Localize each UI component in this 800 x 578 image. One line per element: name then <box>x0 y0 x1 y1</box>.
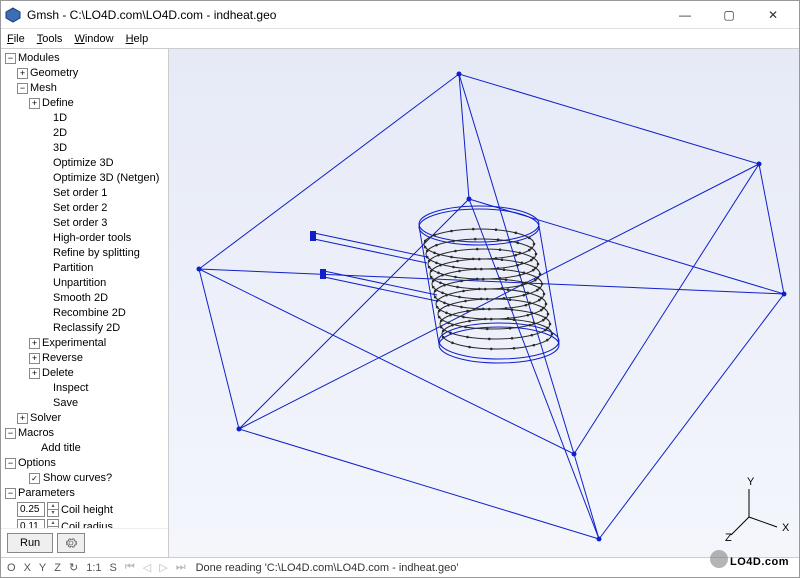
coil-radius-input[interactable] <box>17 519 45 528</box>
tree-panel: −Modules +Geometry −Mesh +Define 1D 2D 3… <box>1 49 168 528</box>
status-ffwd-icon[interactable]: ⏭ <box>174 561 188 574</box>
expand-icon[interactable]: + <box>17 413 28 424</box>
tree-reverse[interactable]: +Reverse <box>3 351 168 366</box>
tree-recombine-2d[interactable]: Recombine 2D <box>3 306 168 321</box>
status-y[interactable]: Y <box>37 562 48 574</box>
expand-icon[interactable]: + <box>29 368 40 379</box>
expand-icon[interactable]: + <box>29 338 40 349</box>
tree-reclassify-2d[interactable]: Reclassify 2D <box>3 321 168 336</box>
status-bar: O X Y Z ↻ 1:1 S ⏮ ◁ ▷ ⏭ Done reading 'C:… <box>1 557 799 577</box>
window-title: Gmsh - C:\LO4D.com\LO4D.com - indheat.ge… <box>27 8 663 22</box>
tree-unpartition[interactable]: Unpartition <box>3 276 168 291</box>
collapse-icon[interactable]: − <box>5 428 16 439</box>
tree-2d[interactable]: 2D <box>3 126 168 141</box>
status-x[interactable]: X <box>22 562 33 574</box>
expand-icon[interactable]: + <box>29 98 40 109</box>
tree-smooth-2d[interactable]: Smooth 2D <box>3 291 168 306</box>
tree-set-order-1[interactable]: Set order 1 <box>3 186 168 201</box>
gear-button[interactable] <box>57 533 85 553</box>
maximize-button[interactable]: ▢ <box>707 2 751 28</box>
tree-refine[interactable]: Refine by splitting <box>3 246 168 261</box>
param-coil-height: ▴▾ Coil height <box>3 501 168 518</box>
tree-parameters[interactable]: −Parameters <box>3 486 168 501</box>
spinner[interactable]: ▴▾ <box>47 502 59 517</box>
tree-partition[interactable]: Partition <box>3 261 168 276</box>
tree-set-order-3[interactable]: Set order 3 <box>3 216 168 231</box>
coil-height-input[interactable] <box>17 502 45 517</box>
tree-delete[interactable]: +Delete <box>3 366 168 381</box>
tree-inspect[interactable]: Inspect <box>3 381 168 396</box>
menu-tools[interactable]: Tools <box>37 33 63 45</box>
tree-save[interactable]: Save <box>3 396 168 411</box>
status-rewind-icon[interactable]: ⏮ <box>123 561 137 574</box>
run-button[interactable]: Run <box>7 533 53 553</box>
status-prev-icon[interactable]: ◁ <box>141 561 153 574</box>
tree-experimental[interactable]: +Experimental <box>3 336 168 351</box>
status-play-icon[interactable]: ▷ <box>157 561 169 574</box>
status-s[interactable]: S <box>108 562 119 574</box>
minimize-button[interactable]: — <box>663 2 707 28</box>
menu-bar: File Tools Window Help <box>1 29 799 49</box>
viewport-3d[interactable]: X Y Z <box>169 49 799 557</box>
axis-y-label: Y <box>747 476 755 488</box>
sidebar: −Modules +Geometry −Mesh +Define 1D 2D 3… <box>1 49 169 557</box>
sidebar-footer: Run <box>1 528 168 557</box>
tree-high-order-tools[interactable]: High-order tools <box>3 231 168 246</box>
collapse-icon[interactable]: − <box>5 488 16 499</box>
spinner[interactable]: ▴▾ <box>47 519 59 528</box>
close-button[interactable]: ✕ <box>751 2 795 28</box>
axis-z-label: Z <box>725 532 732 544</box>
collapse-icon[interactable]: − <box>17 83 28 94</box>
status-o[interactable]: O <box>5 562 18 574</box>
app-icon <box>5 7 21 23</box>
status-rotate-icon[interactable]: ↻ <box>67 561 80 574</box>
tree-geometry[interactable]: +Geometry <box>3 66 168 81</box>
gear-icon <box>65 537 77 549</box>
tree-modules[interactable]: −Modules <box>3 51 168 66</box>
tree-macros[interactable]: −Macros <box>3 426 168 441</box>
axis-x-label: X <box>782 522 790 534</box>
tree-mesh[interactable]: −Mesh <box>3 81 168 96</box>
tree-solver[interactable]: +Solver <box>3 411 168 426</box>
menu-help[interactable]: Help <box>126 33 149 45</box>
param-label: Coil radius <box>61 521 113 529</box>
expand-icon[interactable]: + <box>29 353 40 364</box>
tree-add-title[interactable]: Add title <box>3 441 168 456</box>
collapse-icon[interactable]: − <box>5 458 16 469</box>
tree-set-order-2[interactable]: Set order 2 <box>3 201 168 216</box>
expand-icon[interactable]: + <box>17 68 28 79</box>
menu-window[interactable]: Window <box>74 33 113 45</box>
check-icon[interactable]: ✓ <box>29 473 40 484</box>
collapse-icon[interactable]: − <box>5 53 16 64</box>
param-label: Coil height <box>61 504 113 516</box>
tree-3d[interactable]: 3D <box>3 141 168 156</box>
status-zoom-11[interactable]: 1:1 <box>84 562 103 574</box>
tree-opt3d[interactable]: Optimize 3D <box>3 156 168 171</box>
tree-show-curves[interactable]: ✓Show curves? <box>3 471 168 486</box>
status-z[interactable]: Z <box>52 562 63 574</box>
menu-file[interactable]: File <box>7 33 25 45</box>
scene-svg: X Y Z <box>169 49 799 557</box>
title-bar: Gmsh - C:\LO4D.com\LO4D.com - indheat.ge… <box>1 1 799 29</box>
tree-1d[interactable]: 1D <box>3 111 168 126</box>
param-coil-radius: ▴▾ Coil radius <box>3 518 168 528</box>
tree-opt3d-netgen[interactable]: Optimize 3D (Netgen) <box>3 171 168 186</box>
tree-options[interactable]: −Options <box>3 456 168 471</box>
tree-define[interactable]: +Define <box>3 96 168 111</box>
status-message: Done reading 'C:\LO4D.com\LO4D.com - ind… <box>192 562 795 574</box>
